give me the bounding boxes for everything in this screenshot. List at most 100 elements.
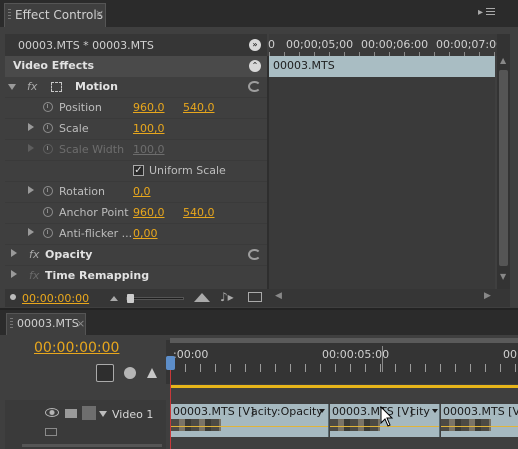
- stopwatch-icon[interactable]: [43, 186, 53, 196]
- close-icon[interactable]: ×: [95, 7, 104, 20]
- major-tick: [382, 346, 383, 372]
- scroll-up-arrow-icon[interactable]: ▲: [500, 56, 506, 65]
- effect-controls-tab[interactable]: Effect Controls ×: [4, 3, 106, 27]
- anti-flicker-label: Anti-flicker ...: [59, 227, 133, 240]
- anchor-point-row: Anchor Point 960,0 540,0: [5, 203, 265, 224]
- track-lock-icon[interactable]: [65, 409, 77, 418]
- breadcrumb: 00003.MTS * 00003.MTS: [18, 39, 154, 52]
- opacity-dropdown-icon[interactable]: [319, 409, 325, 413]
- ruler-label-0: 0: [268, 38, 275, 51]
- h-scroll-right-icon[interactable]: ▶: [484, 291, 491, 301]
- section-title: Video Effects: [13, 59, 95, 72]
- anti-flicker-row: Anti-flicker ... 0,00: [5, 224, 265, 245]
- timeline-ruler-label-2: 00: [503, 348, 517, 361]
- ec-timecode[interactable]: 00:00:00:00: [22, 292, 89, 305]
- track-settings-icon[interactable]: [45, 428, 57, 436]
- track-collapse-triangle-icon[interactable]: [99, 411, 107, 417]
- expand-triangle-icon[interactable]: [11, 270, 17, 278]
- timeline-ruler-label-1: 00:00:05:00: [322, 348, 390, 361]
- collapse-triangle-icon[interactable]: [8, 84, 16, 90]
- vertical-divider[interactable]: [267, 56, 269, 289]
- play-audio-icon[interactable]: ♪▸: [220, 290, 234, 304]
- position-y-value[interactable]: 540,0: [183, 101, 215, 114]
- zoom-slider-thumb[interactable]: [127, 294, 134, 303]
- opacity-row[interactable]: fx Opacity: [5, 245, 265, 266]
- scale-row: Scale 100,0: [5, 119, 265, 140]
- clip-3-thumbnails: [441, 419, 491, 431]
- clip-1-opacity-line[interactable]: [171, 426, 328, 427]
- position-x-value[interactable]: 960,0: [133, 101, 165, 114]
- clip-2-label: 00003.MTS [V]: [332, 405, 414, 418]
- timeline-tab-title: 00003.MTS: [17, 317, 79, 330]
- reset-icon[interactable]: [248, 249, 261, 260]
- scroll-thumb[interactable]: [499, 70, 508, 266]
- eye-icon[interactable]: [45, 408, 59, 417]
- track-zoom-slider[interactable]: [22, 444, 162, 447]
- anti-flicker-value[interactable]: 0,00: [133, 227, 158, 240]
- track-target-box[interactable]: [82, 406, 96, 420]
- rotation-value[interactable]: 0,0: [133, 185, 151, 198]
- anchor-point-y-value[interactable]: 540,0: [183, 206, 215, 219]
- stopwatch-icon[interactable]: [43, 102, 53, 112]
- motion-row[interactable]: fx Motion: [5, 77, 265, 98]
- tab-grip-icon: [8, 9, 11, 21]
- timeline-clip-3[interactable]: 00003.MTS [V]: [441, 404, 518, 437]
- clip-3-opacity-line[interactable]: [441, 426, 518, 427]
- expand-triangle-icon[interactable]: [11, 249, 17, 257]
- playhead-handle[interactable]: [166, 356, 175, 370]
- render-bar: [170, 385, 518, 388]
- show-timeline-button[interactable]: »: [249, 39, 261, 51]
- export-icon[interactable]: [248, 292, 262, 302]
- ec-clip-bar[interactable]: 00003.MTS: [269, 56, 495, 77]
- uniform-scale-checkbox[interactable]: ✓: [133, 165, 144, 176]
- scale-label: Scale: [59, 122, 89, 135]
- stopwatch-icon[interactable]: [43, 207, 53, 217]
- clip-3-label: 00003.MTS [V]: [443, 405, 518, 418]
- collapse-up-button[interactable]: ⌃: [249, 60, 261, 72]
- stopwatch-icon: [43, 144, 53, 154]
- clip-1-thumbnails: [171, 419, 221, 431]
- clip-1-opacity-label[interactable]: acity:Opacity: [251, 405, 323, 418]
- position-row: Position 960,0 540,0: [5, 98, 265, 119]
- reset-icon[interactable]: [248, 81, 261, 92]
- motion-transform-icon[interactable]: [51, 82, 62, 92]
- add-marker-icon[interactable]: [147, 368, 157, 378]
- zoom-slider[interactable]: [126, 294, 184, 303]
- clip-1-label: 00003.MTS [V]: [173, 405, 255, 418]
- clip-2-opacity-label[interactable]: city: [410, 405, 430, 418]
- position-label: Position: [59, 101, 102, 114]
- close-icon[interactable]: ×: [76, 317, 85, 330]
- vertical-scrollbar[interactable]: ▲ ▼: [497, 34, 510, 289]
- expand-triangle-icon[interactable]: [28, 123, 34, 131]
- marker-icon[interactable]: [124, 367, 136, 379]
- timeline-clip-1[interactable]: 00003.MTS [V] acity:Opacity: [171, 404, 329, 437]
- fx-icon[interactable]: fx: [27, 80, 37, 93]
- work-area-bar[interactable]: [170, 338, 518, 343]
- timeline-timecode[interactable]: 00:00:00:00: [34, 340, 119, 356]
- stopwatch-icon[interactable]: [43, 123, 53, 133]
- time-remapping-label: Time Remapping: [45, 269, 150, 282]
- timeline-ruler[interactable]: [166, 340, 518, 384]
- rotation-label: Rotation: [59, 185, 106, 198]
- expand-triangle-icon[interactable]: [28, 228, 34, 236]
- ec-right-area: [269, 77, 495, 289]
- stopwatch-icon[interactable]: [43, 228, 53, 238]
- zoom-in-icon[interactable]: [194, 293, 210, 302]
- clip-2-thumbnails: [330, 419, 380, 431]
- timeline-tab[interactable]: 00003.MTS ×: [6, 313, 86, 335]
- scale-value[interactable]: 100,0: [133, 122, 165, 135]
- fx-icon[interactable]: fx: [29, 269, 39, 282]
- opacity-label: Opacity: [45, 248, 93, 261]
- expand-triangle-icon[interactable]: [28, 186, 34, 194]
- scroll-down-arrow-icon[interactable]: ▼: [500, 272, 506, 281]
- h-scroll-left-icon[interactable]: ◀: [275, 291, 282, 301]
- rotation-row: Rotation 0,0: [5, 182, 265, 203]
- snap-icon[interactable]: [96, 364, 114, 382]
- zoom-out-icon[interactable]: [110, 296, 118, 301]
- opacity-dropdown-icon[interactable]: [432, 409, 438, 413]
- time-remapping-row[interactable]: fx Time Remapping: [5, 266, 265, 287]
- anchor-point-x-value[interactable]: 960,0: [133, 206, 165, 219]
- mouse-cursor-icon: [380, 406, 394, 427]
- panel-menu-icon[interactable]: ▸: [478, 7, 498, 19]
- fx-icon[interactable]: fx: [29, 248, 39, 261]
